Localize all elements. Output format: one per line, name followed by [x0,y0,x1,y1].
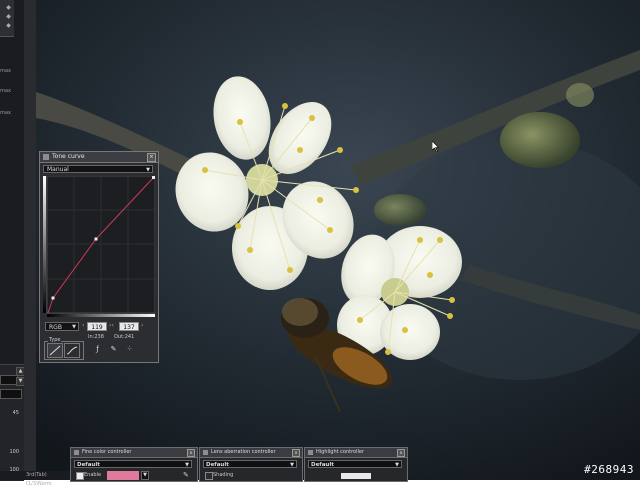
input-step-icon[interactable]: ‹ [82,322,84,329]
chevron-down-icon: ▼ [290,462,294,468]
close-icon[interactable]: × [292,449,300,457]
lens-aberration-titlebar[interactable]: Lens aberration controller × [200,448,302,458]
curve-point-high[interactable] [152,176,155,179]
lens-aberration-controller: Lens aberration controller × Default ▼ S… [199,447,303,482]
tone-curve-input-row: RGB ▼ ‹ 119 ›‹ 137 › [43,322,155,332]
fine-color-preset-value: Default [77,462,100,468]
max-label-1: max [0,68,11,74]
left-scrollbar[interactable] [24,0,36,480]
tone-curve-titlebar[interactable]: Tone curve × [40,152,158,163]
in-readout: In:238 [88,334,104,340]
shading-label: Shading [213,472,234,478]
tone-curve-panel: Tone curve × Manual ▼ RGB ▼ ‹ 119 ›‹ 137… [39,151,159,363]
panel-grip-icon [203,450,208,455]
tool-icon-1[interactable]: ◆ [5,4,12,11]
curve-point-mid[interactable] [94,237,98,241]
highlight-title: Highlight controller [316,449,365,455]
chevron-down-icon: ▼ [395,462,399,468]
lens-preset-value: Default [206,462,229,468]
left-panel-lower: ▲ ▼ 45 100 100 [0,364,25,481]
output-level-field[interactable]: 137 [119,322,139,331]
eyedropper-icon[interactable]: ✎ [183,471,189,479]
input-level-field[interactable]: 119 [87,322,107,331]
fine-color-title: Fine color controller [82,449,132,455]
tone-curve-mode-select[interactable]: Manual ▼ [43,165,153,173]
highlight-titlebar[interactable]: Highlight controller × [305,448,407,458]
shading-checkbox[interactable] [205,472,213,480]
status-bar: 3rd(Tab)(1/3)Norm [0,471,70,487]
panel-grip-icon [43,154,49,160]
left-slider-track[interactable] [0,389,22,399]
chevron-down-icon: ▼ [185,462,189,468]
panel-grip-icon [74,450,79,455]
spline-type-button[interactable] [64,343,80,358]
tool-icon-2[interactable]: ◆ [5,13,12,20]
panel-grip-icon [308,450,313,455]
left-tool-panel: ◆ ◆ ◆ max max max ▲ ▼ 45 100 100 [0,0,25,481]
linear-type-button[interactable] [47,343,63,358]
tone-curve-mode-value: Manual [47,166,69,173]
highlight-preset-value: Default [311,462,334,468]
channel-value: RGB [49,324,62,331]
highlight-preset-select[interactable]: Default ▼ [308,460,402,468]
max-label-3: max [0,110,11,116]
enable-label: Enable [84,472,102,478]
highlight-controller: Highlight controller × Default ▼ [304,447,408,482]
tool-icon-3[interactable]: ◆ [5,22,12,29]
mouse-cursor-icon [432,141,440,153]
tone-curve-title: Tone curve [52,153,85,160]
watermark-id: #268943 [584,463,634,476]
close-icon[interactable]: × [397,449,405,457]
linear-curve-icon [49,345,61,356]
channel-select[interactable]: RGB ▼ [45,322,79,331]
chevron-down-icon[interactable]: ▼ [141,471,149,480]
output-step-icon[interactable]: › [141,322,143,329]
highlight-slider[interactable] [341,473,371,479]
chevron-down-icon: ▼ [72,324,76,330]
eyedropper-icon[interactable]: ✎ [108,344,119,355]
separator-icon: ›‹ [109,322,114,329]
reset-points-icon[interactable]: ⁘ [124,344,135,355]
enable-checkbox[interactable] [76,472,84,480]
lens-preset-select[interactable]: Default ▼ [203,460,297,468]
spline-curve-icon [66,346,78,355]
close-icon[interactable]: × [147,153,156,162]
fine-color-controller: Fine color controller × Default ▼ Enable… [70,447,198,482]
out-readout: Out:241 [114,334,135,340]
fine-color-preset-select[interactable]: Default ▼ [74,460,192,468]
close-icon[interactable]: × [187,449,195,457]
lens-aberration-title: Lens aberration controller [211,449,276,455]
max-label-2: max [0,88,11,94]
fine-color-titlebar[interactable]: Fine color controller × [71,448,197,458]
left-value-100a: 100 [9,449,19,455]
auto-curve-icon[interactable]: ƒ [92,344,103,355]
tone-curve-graph[interactable] [43,176,155,318]
color-swatch[interactable] [107,471,139,480]
left-value-45: 45 [12,410,19,416]
chevron-down-icon: ▼ [146,167,150,173]
curve-point-low[interactable] [51,296,55,300]
left-panel-toolbar: ◆ ◆ ◆ [0,0,14,37]
